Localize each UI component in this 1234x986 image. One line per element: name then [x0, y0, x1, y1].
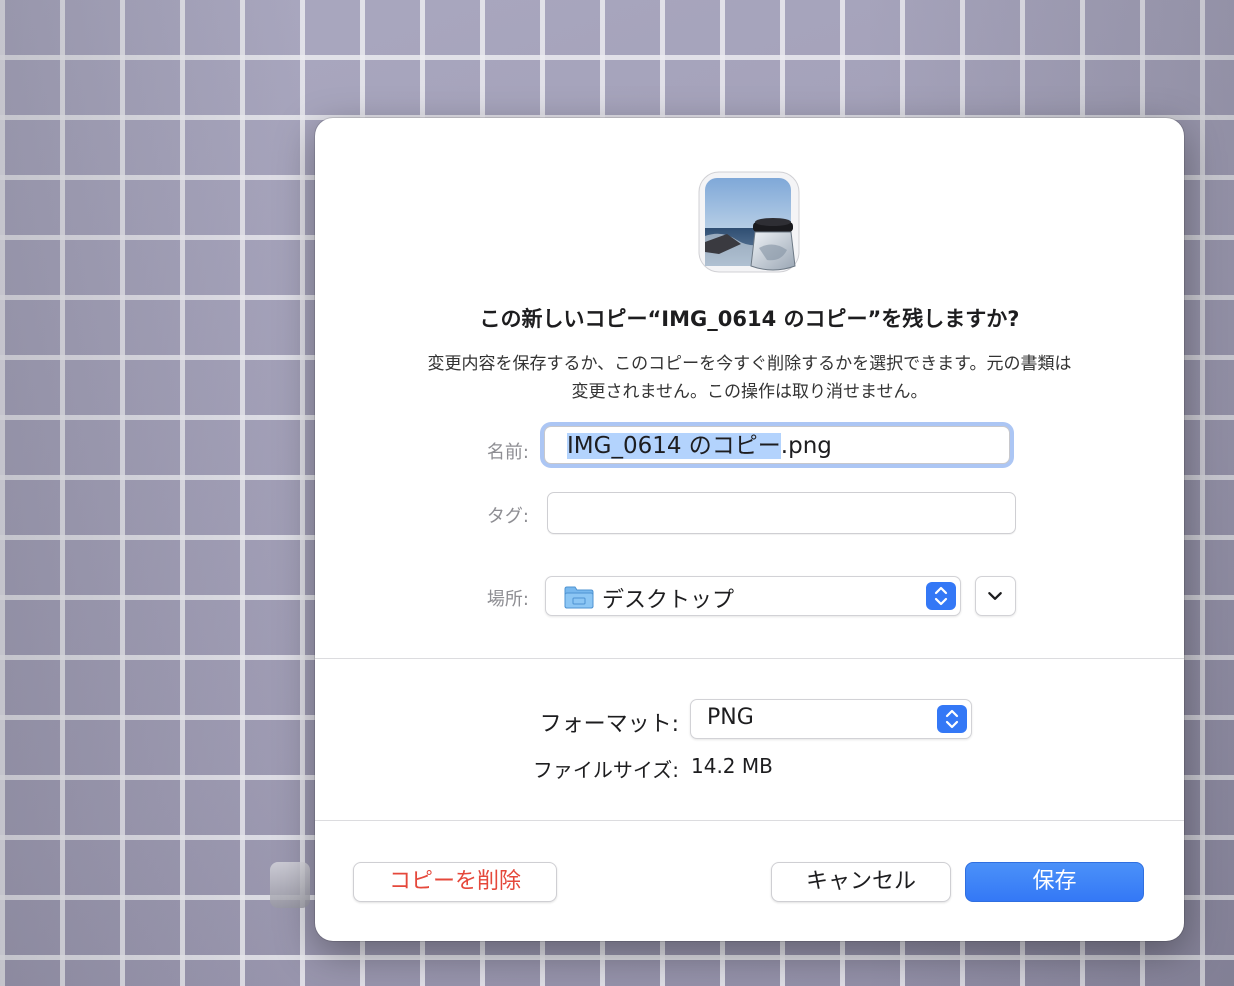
cancel-button[interactable]: キャンセル [771, 862, 951, 902]
updown-chevron-icon [934, 586, 948, 606]
tag-input[interactable] [547, 492, 1016, 534]
save-button[interactable]: 保存 [965, 862, 1144, 902]
name-input[interactable]: IMG_0614 のコピー.png [544, 426, 1010, 464]
background-fixture [270, 862, 310, 908]
filesize-label: ファイルサイズ: [532, 758, 679, 782]
filesize-value: 14.2 MB [691, 754, 773, 778]
location-label: 場所: [486, 589, 529, 610]
format-stepper [937, 705, 967, 733]
folder-icon [564, 586, 594, 609]
tag-label: タグ: [486, 506, 529, 527]
format-popup[interactable]: PNG [690, 699, 972, 739]
dialog-message: 変更内容を保存するか、このコピーを今すぐ削除するかを選択できます。元の書類は 変… [355, 350, 1144, 406]
format-value: PNG [707, 705, 754, 730]
divider-top [315, 658, 1184, 659]
format-label: フォーマット: [539, 712, 679, 737]
expand-location-button[interactable] [975, 576, 1016, 616]
chevron-down-icon [988, 592, 1002, 600]
message-line-1: 変更内容を保存するか、このコピーを今すぐ削除するかを選択できます。元の書類は [427, 354, 1072, 374]
location-stepper [926, 582, 956, 610]
location-popup[interactable]: デスクトップ [545, 576, 961, 616]
name-label: 名前: [486, 442, 529, 463]
dialog-title: この新しいコピー“IMG_0614 のコピー”を残しますか? [479, 307, 1020, 331]
save-copy-dialog: この新しいコピー“IMG_0614 のコピー”を残しますか? 変更内容を保存する… [315, 118, 1184, 941]
name-selected-text: IMG_0614 のコピー [567, 433, 781, 459]
message-line-2: 変更されません。この操作は取り消せません。 [571, 382, 928, 402]
preview-app-icon [698, 171, 800, 273]
updown-chevron-icon [945, 709, 959, 729]
divider-bottom [315, 820, 1184, 821]
name-extension-text: .png [780, 433, 832, 459]
delete-copy-button[interactable]: コピーを削除 [353, 862, 557, 902]
location-value: デスクトップ [602, 588, 735, 613]
